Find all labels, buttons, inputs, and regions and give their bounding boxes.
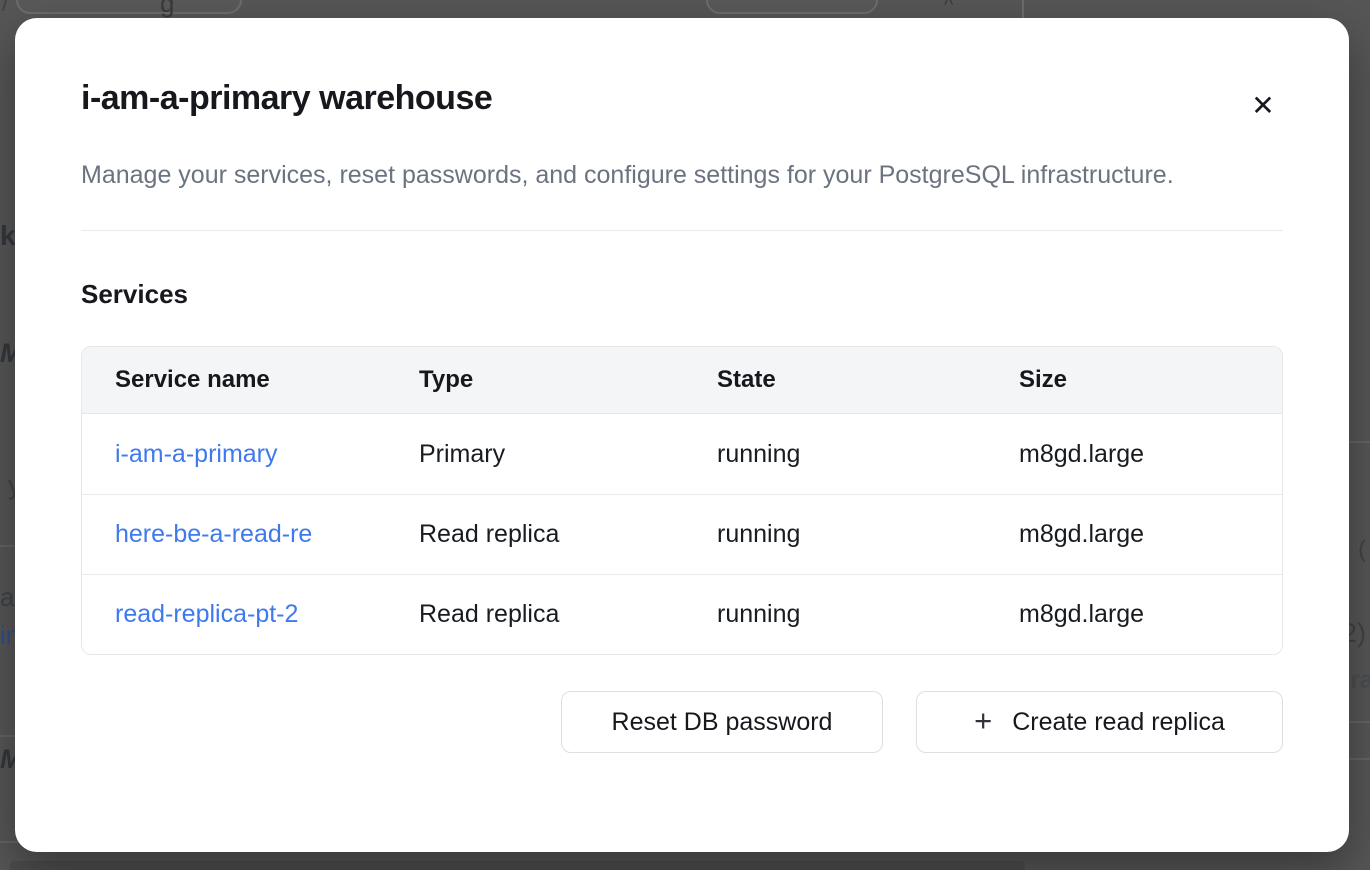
modal-description: Manage your services, reset passwords, a… xyxy=(81,154,1221,196)
service-type-cell: Read replica xyxy=(386,495,684,574)
service-type-cell: Read replica xyxy=(386,575,684,654)
column-header-state: State xyxy=(684,347,986,413)
service-name-link[interactable]: read-replica-pt-2 xyxy=(115,600,298,629)
services-heading: Services xyxy=(81,279,1283,310)
backdrop-text-fragment: ( xyxy=(1358,536,1366,564)
table-row: i-am-a-primary Primary running m8gd.larg… xyxy=(82,414,1282,494)
table-row: here-be-a-read-re Read replica running m… xyxy=(82,494,1282,574)
service-type-cell: Primary xyxy=(386,414,684,494)
service-state-cell: running xyxy=(684,495,986,574)
page-title: i-am-a-primary warehouse xyxy=(81,76,1283,120)
column-header-type: Type xyxy=(386,347,684,413)
backdrop-pill-fragment xyxy=(706,0,878,14)
service-state-cell: running xyxy=(684,575,986,654)
column-header-size: Size xyxy=(986,347,1282,413)
service-size-cell: m8gd.large xyxy=(986,495,1282,574)
service-size-cell: m8gd.large xyxy=(986,575,1282,654)
table-header-row: Service name Type State Size xyxy=(82,347,1282,414)
backdrop-text-fragment: / xyxy=(2,0,9,18)
create-read-replica-label: Create read replica xyxy=(1012,708,1225,737)
service-name-link[interactable]: here-be-a-read-re xyxy=(115,520,312,549)
close-icon: ✕ xyxy=(1251,90,1274,121)
close-button[interactable]: ✕ xyxy=(1243,86,1283,126)
backdrop-pill-fragment xyxy=(16,0,242,14)
backdrop-text-fragment: ^ xyxy=(944,0,953,17)
service-size-cell: m8gd.large xyxy=(986,414,1282,494)
backdrop-band-fragment xyxy=(10,861,1025,870)
warehouse-dialog: ✕ i-am-a-primary warehouse Manage your s… xyxy=(15,18,1349,852)
backdrop-text-fragment: g xyxy=(160,0,174,19)
plus-icon: + xyxy=(974,705,992,736)
reset-db-password-button[interactable]: Reset DB password xyxy=(561,691,883,753)
services-table: Service name Type State Size i-am-a-prim… xyxy=(81,346,1283,655)
divider xyxy=(81,230,1283,231)
backdrop-divider-fragment xyxy=(1022,0,1024,18)
service-state-cell: running xyxy=(684,414,986,494)
dialog-footer: Reset DB password + Create read replica xyxy=(81,691,1283,753)
create-read-replica-button[interactable]: + Create read replica xyxy=(916,691,1283,753)
column-header-service-name: Service name xyxy=(82,347,386,413)
backdrop-text-fragment: ra xyxy=(1350,666,1370,695)
reset-db-password-label: Reset DB password xyxy=(612,708,833,737)
table-row: read-replica-pt-2 Read replica running m… xyxy=(82,574,1282,654)
service-name-link[interactable]: i-am-a-primary xyxy=(115,440,278,469)
